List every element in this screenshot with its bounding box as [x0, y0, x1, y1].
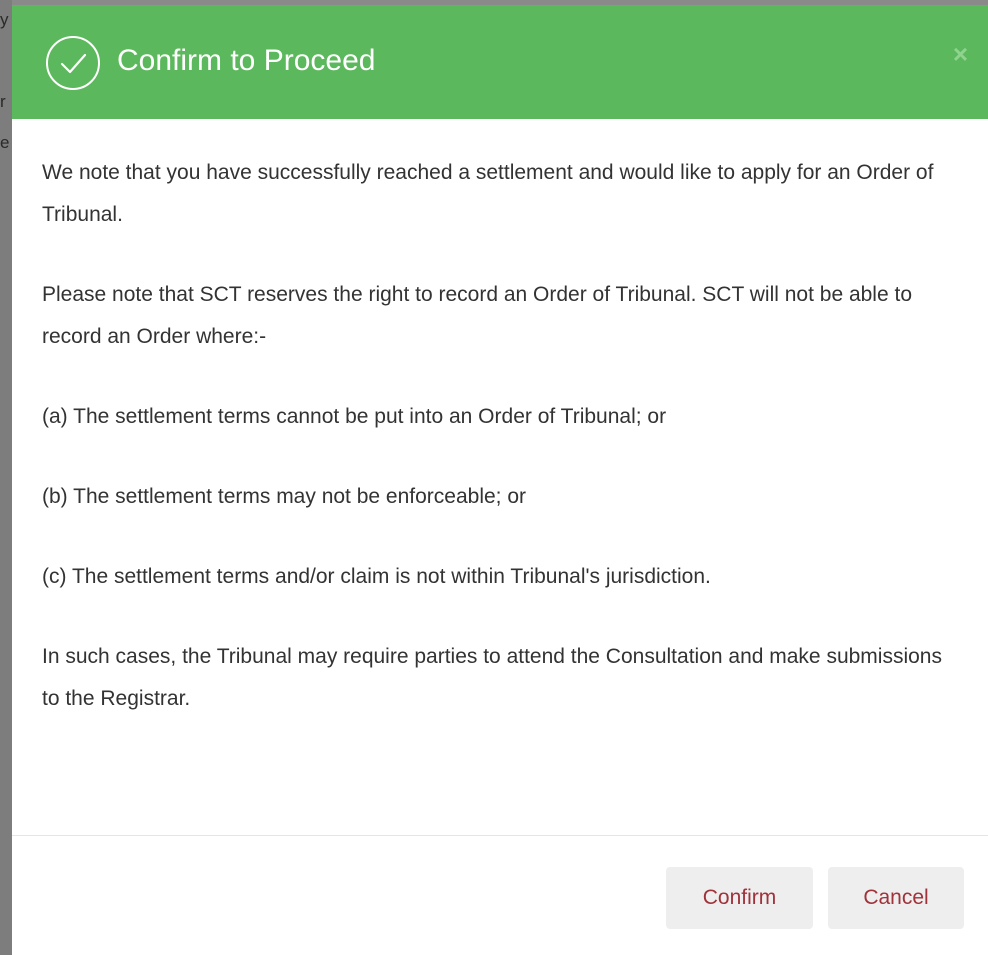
body-paragraph: (b) The settlement terms may not be enfo…: [42, 485, 527, 508]
body-paragraph: We note that you have successfully reach…: [42, 161, 934, 226]
confirm-button[interactable]: Confirm: [666, 867, 813, 929]
body-paragraph: (c) The settlement terms and/or claim is…: [42, 565, 711, 588]
background-text: y: [0, 10, 9, 29]
dialog-title: Confirm to Proceed: [117, 44, 376, 77]
close-button[interactable]: ×: [953, 39, 968, 69]
dialog-header: Confirm to Proceed ×: [12, 5, 988, 119]
background-text: e: [0, 133, 10, 152]
check-circle-icon: [46, 36, 100, 90]
cancel-button[interactable]: Cancel: [828, 867, 964, 929]
page-backdrop: y r e: [0, 0, 12, 955]
dialog-footer: Confirm Cancel: [12, 836, 988, 954]
confirm-dialog: Confirm to Proceed × We note that you ha…: [12, 5, 988, 955]
body-paragraph: Please note that SCT reserves the right …: [42, 283, 913, 348]
body-paragraph: (a) The settlement terms cannot be put i…: [42, 405, 667, 428]
background-text: r: [0, 92, 6, 111]
dialog-body: We note that you have successfully reach…: [12, 119, 988, 836]
body-paragraph: In such cases, the Tribunal may require …: [42, 645, 942, 710]
